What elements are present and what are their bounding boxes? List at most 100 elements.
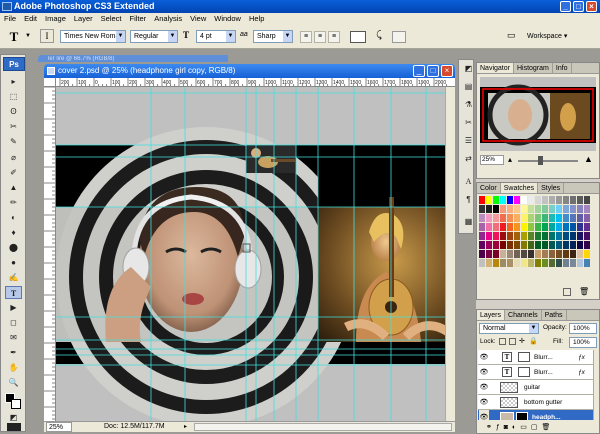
background-color-swatch[interactable] xyxy=(11,399,21,409)
color-swatch[interactable] xyxy=(584,205,590,213)
color-swatch[interactable] xyxy=(507,214,513,222)
menu-help[interactable]: Help xyxy=(245,13,268,25)
anti-alias-select[interactable]: Sharp ▼ xyxy=(253,30,293,43)
document-vertical-scrollbar[interactable] xyxy=(445,87,455,421)
lasso-tool-icon[interactable]: ʘ xyxy=(5,105,22,118)
color-swatch[interactable] xyxy=(549,214,555,222)
layer-row-selected[interactable]: 👁 headph... xyxy=(478,410,596,420)
color-swatch[interactable] xyxy=(549,250,555,258)
lock-all-icon[interactable]: 🔒 xyxy=(529,337,538,345)
color-swatch[interactable] xyxy=(514,205,520,213)
menu-layer[interactable]: Layer xyxy=(70,13,97,25)
color-swatch[interactable] xyxy=(528,241,534,249)
layer-visibility-icon[interactable]: 👁 xyxy=(479,380,489,395)
menu-filter[interactable]: Filter xyxy=(126,13,151,25)
color-swatch[interactable] xyxy=(535,241,541,249)
color-swatch[interactable] xyxy=(584,250,590,258)
warp-text-icon[interactable]: ⤹ xyxy=(372,30,386,44)
color-swatch[interactable] xyxy=(570,232,576,240)
color-swatch[interactable] xyxy=(479,232,485,240)
actions-panel-icon[interactable]: ⚗ xyxy=(460,98,477,111)
layer-visibility-icon[interactable]: 👁 xyxy=(479,350,489,365)
layer-row[interactable]: 👁 T Blurr... ƒx xyxy=(478,350,596,365)
align-center-icon[interactable]: ≡ xyxy=(314,31,326,43)
color-swatch[interactable] xyxy=(535,250,541,258)
navigator-preview[interactable] xyxy=(480,77,596,151)
swatch-grid[interactable] xyxy=(479,196,597,278)
color-swatch[interactable] xyxy=(500,241,506,249)
doc-minimize-button[interactable]: _ xyxy=(413,65,425,77)
color-swatch[interactable] xyxy=(570,214,576,222)
blur-tool-icon[interactable]: ⬤ xyxy=(5,241,22,254)
color-swatch[interactable] xyxy=(542,241,548,249)
color-swatch[interactable] xyxy=(535,214,541,222)
color-swatch[interactable] xyxy=(486,205,492,213)
layer-effects-icon[interactable]: ƒx xyxy=(578,350,585,365)
color-swatch[interactable] xyxy=(556,232,562,240)
color-swatch[interactable] xyxy=(556,214,562,222)
tab-info[interactable]: Info xyxy=(553,63,572,73)
color-swatch[interactable] xyxy=(486,214,492,222)
color-swatch[interactable] xyxy=(493,223,499,231)
menu-file[interactable]: File xyxy=(0,13,20,25)
color-swatch[interactable] xyxy=(577,196,583,204)
color-swatch[interactable] xyxy=(577,259,583,267)
color-swatch[interactable] xyxy=(542,259,548,267)
color-swatch[interactable] xyxy=(535,205,541,213)
color-swatch[interactable] xyxy=(521,241,527,249)
color-swatch[interactable] xyxy=(577,205,583,213)
color-swatch[interactable] xyxy=(528,250,534,258)
document-horizontal-scrollbar[interactable] xyxy=(194,423,452,431)
color-swatch[interactable] xyxy=(500,205,506,213)
history-brush-icon[interactable]: ✏ xyxy=(5,196,22,209)
zoom-slider-track[interactable] xyxy=(518,160,578,162)
color-swatch[interactable] xyxy=(584,259,590,267)
color-swatch[interactable] xyxy=(514,250,520,258)
menu-image[interactable]: Image xyxy=(41,13,70,25)
zoom-in-icon[interactable]: ▲ xyxy=(584,154,593,164)
minimize-button[interactable]: _ xyxy=(560,1,571,12)
layer-row[interactable]: 👁 guitar xyxy=(478,380,596,395)
color-swatch[interactable] xyxy=(507,250,513,258)
status-menu-arrow-icon[interactable]: ▸ xyxy=(184,422,187,432)
add-style-icon[interactable]: ƒ xyxy=(496,424,504,431)
color-swatch[interactable] xyxy=(535,196,541,204)
tab-histogram[interactable]: Histogram xyxy=(514,63,553,73)
align-right-icon[interactable]: ≡ xyxy=(328,31,340,43)
menu-view[interactable]: View xyxy=(186,13,210,25)
maximize-button[interactable]: □ xyxy=(573,1,584,12)
shape-tool-icon[interactable]: ◻ xyxy=(5,316,22,329)
color-swatch[interactable] xyxy=(577,232,583,240)
color-swatch[interactable] xyxy=(486,232,492,240)
color-swatch[interactable] xyxy=(549,232,555,240)
eraser-tool-icon[interactable]: ◐ xyxy=(5,211,22,224)
color-swatch[interactable] xyxy=(577,214,583,222)
font-style-select[interactable]: Regular ▼ xyxy=(130,30,178,43)
color-swatch[interactable] xyxy=(514,223,520,231)
adjustment-layer-icon[interactable]: ◐ xyxy=(512,424,520,431)
layer-row[interactable]: 👁 bottom gutter xyxy=(478,395,596,410)
layers-scrollbar[interactable] xyxy=(593,350,599,420)
layer-visibility-icon[interactable]: 👁 xyxy=(479,395,489,410)
dodge-tool-icon[interactable]: ● xyxy=(5,256,22,269)
color-swatch[interactable] xyxy=(542,232,548,240)
color-swatch[interactable] xyxy=(542,223,548,231)
color-swatch[interactable] xyxy=(486,250,492,258)
lock-transparent-icon[interactable] xyxy=(499,338,506,345)
blend-mode-select[interactable]: Normal ▼ xyxy=(479,323,539,334)
color-swatch[interactable] xyxy=(584,232,590,240)
color-swatch[interactable] xyxy=(521,223,527,231)
color-swatch[interactable] xyxy=(486,259,492,267)
color-swatch[interactable] xyxy=(563,196,569,204)
color-swatch[interactable] xyxy=(500,223,506,231)
color-swatch[interactable] xyxy=(556,223,562,231)
color-swatch[interactable] xyxy=(500,259,506,267)
new-layer-icon[interactable]: ▢ xyxy=(531,424,542,431)
color-swatch[interactable] xyxy=(479,214,485,222)
slice-tool-icon[interactable]: ✎ xyxy=(5,135,22,148)
text-color-swatch[interactable] xyxy=(350,31,366,43)
hand-tool-icon[interactable]: ✋ xyxy=(5,361,22,374)
tab-paths[interactable]: Paths xyxy=(542,310,567,320)
brush-tool-icon[interactable]: ✐ xyxy=(5,166,22,179)
color-swatch[interactable] xyxy=(521,250,527,258)
